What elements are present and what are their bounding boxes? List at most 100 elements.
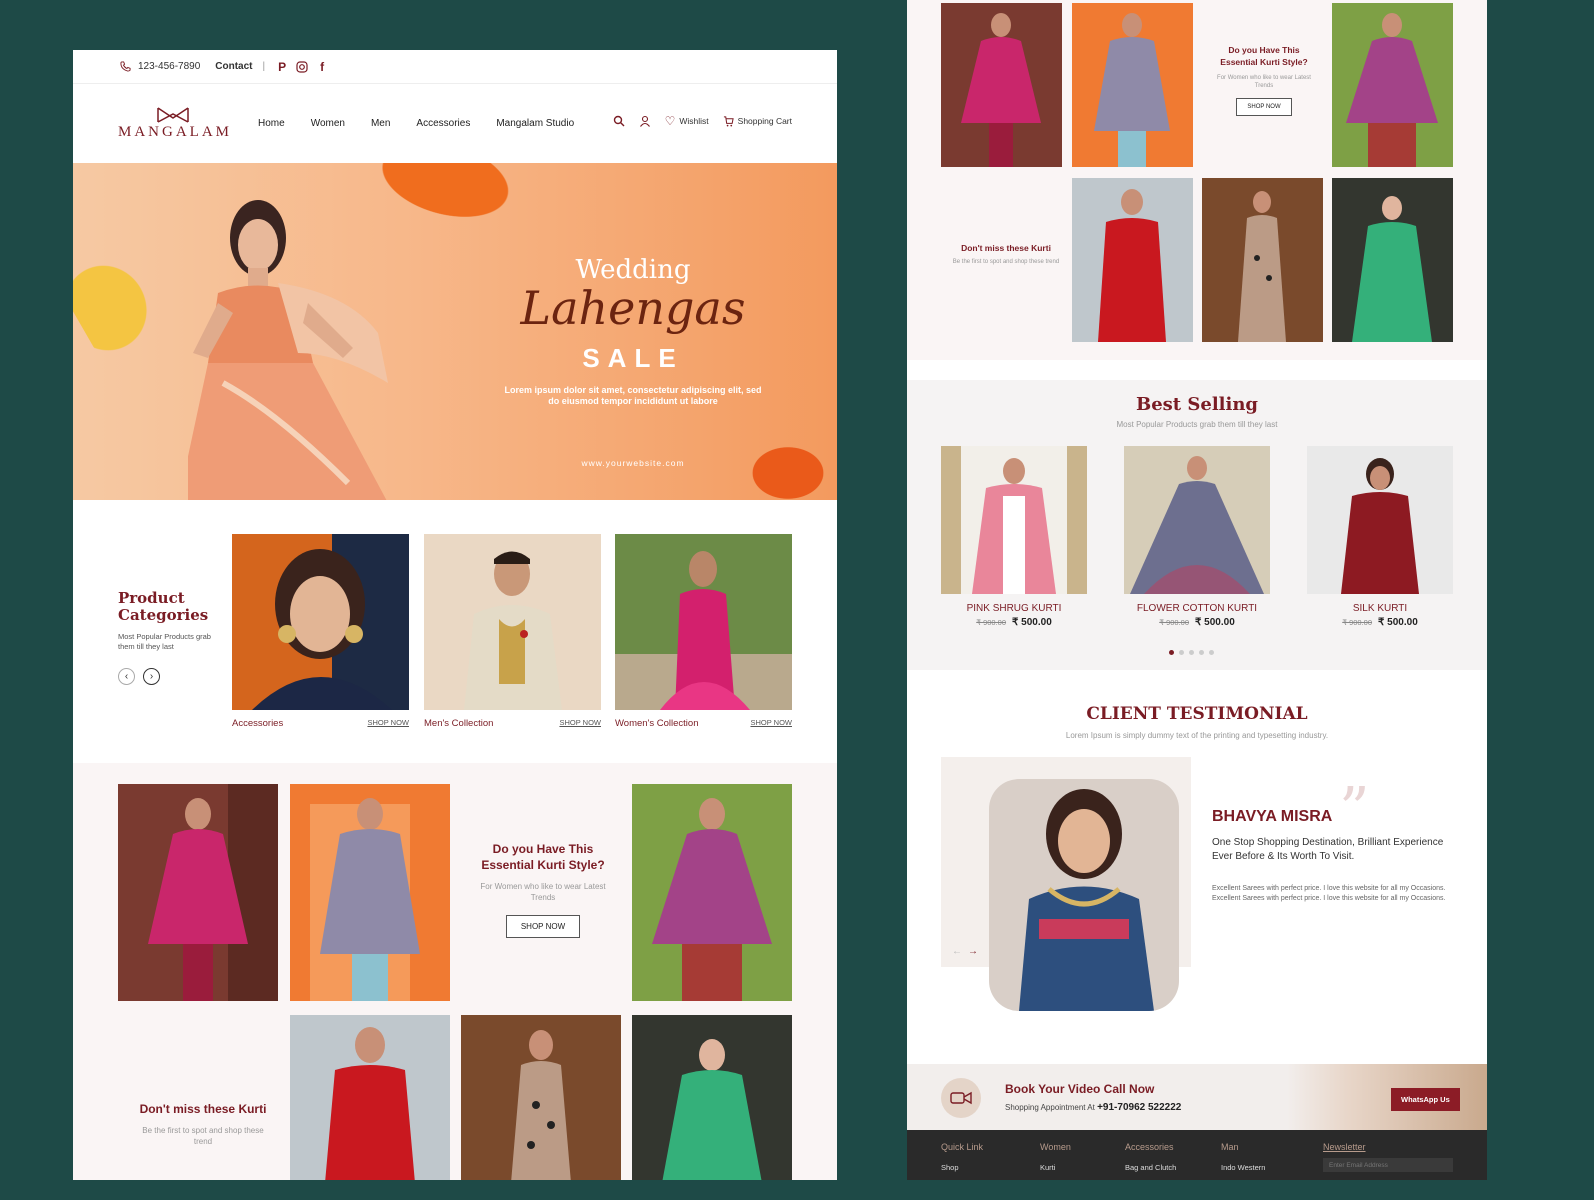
- price: ₹ 500.00: [1378, 617, 1418, 628]
- nav-item-home[interactable]: Home: [258, 118, 285, 129]
- kurti-promo: Do you Have This Essential Kurti Style? …: [473, 841, 613, 938]
- facebook-icon[interactable]: f: [315, 60, 329, 74]
- nav-item-accessories[interactable]: Accessories: [416, 118, 470, 129]
- product-name: SILK KURTI: [1352, 603, 1408, 614]
- arrow-left-icon[interactable]: ←: [952, 946, 968, 957]
- shop-now-button[interactable]: SHOP NOW: [505, 915, 581, 938]
- prev-arrow-icon[interactable]: ‹: [118, 668, 135, 685]
- carousel-dot[interactable]: [1189, 650, 1194, 655]
- appointment-prefix: Shopping Appointment At: [1005, 1103, 1095, 1112]
- arrow-right-icon[interactable]: →: [968, 946, 984, 957]
- kurti-promo-2: Don't miss these Kurti Be the first to s…: [133, 1101, 273, 1147]
- appointment-phone[interactable]: +91-70962 522222: [1097, 1102, 1181, 1113]
- hero-line-sale: SALE: [582, 343, 684, 373]
- phone-number[interactable]: 123-456-7890: [138, 61, 200, 72]
- kurti-image[interactable]: [118, 784, 278, 1001]
- testimonial-title: CLIENT TESTIMONIAL: [1086, 704, 1308, 724]
- category-image-accessories: [232, 534, 409, 710]
- video-call-title: Book Your Video Call Now: [1005, 1082, 1155, 1096]
- footer-heading: Quick Link: [941, 1142, 984, 1152]
- contact-link[interactable]: Contact: [215, 61, 252, 72]
- shop-now-link[interactable]: SHOP NOW: [750, 718, 792, 729]
- logo-mark-icon: [118, 106, 228, 124]
- category-card-women[interactable]: Women's Collection SHOP NOW: [615, 534, 792, 729]
- footer-link[interactable]: Shop: [941, 1163, 983, 1172]
- categories-arrows: ‹ ›: [118, 668, 160, 685]
- hero-line-lahengas: Lahengas: [520, 281, 746, 335]
- cart-link[interactable]: Shopping Cart: [723, 115, 792, 127]
- footer-link[interactable]: Bag and Clutch: [1125, 1163, 1176, 1172]
- wishlist-link[interactable]: ♡ Wishlist: [665, 114, 709, 128]
- kurti-image[interactable]: [632, 784, 792, 1001]
- testimonial-name: BHAVYA MISRA: [1212, 808, 1333, 825]
- category-image-women: [615, 534, 792, 710]
- shop-now-button[interactable]: SHOP NOW: [1236, 98, 1292, 116]
- next-arrow-icon[interactable]: ›: [143, 668, 160, 685]
- product-card[interactable]: PINK SHRUG KURTI ₹ 900.00 ₹ 500.00: [941, 446, 1087, 628]
- testimonial-headline: One Stop Shopping Destination, Brilliant…: [1212, 837, 1444, 862]
- footer-link[interactable]: Indo Western: [1221, 1163, 1265, 1172]
- shop-now-link[interactable]: SHOP NOW: [367, 718, 409, 729]
- kurti-image[interactable]: [1072, 178, 1193, 342]
- kurti-image[interactable]: [632, 1015, 792, 1180]
- product-image: [941, 446, 1087, 594]
- kurti-image[interactable]: [1072, 3, 1193, 167]
- best-selling-section: Best Selling Most Popular Products grab …: [907, 380, 1487, 670]
- testimonial-photo: [989, 779, 1179, 1011]
- nav-item-women[interactable]: Women: [311, 118, 345, 129]
- product-card[interactable]: FLOWER COTTON KURTI ₹ 900.00 ₹ 500.00: [1124, 446, 1270, 628]
- nav-item-studio[interactable]: Mangalam Studio: [496, 118, 574, 129]
- old-price: ₹ 900.00: [1159, 618, 1190, 627]
- kurti-promo-2: Don't miss these Kurti Be the first to s…: [951, 242, 1061, 266]
- best-selling-subtitle: Most Popular Products grab them till the…: [1116, 420, 1278, 429]
- instagram-icon[interactable]: [295, 60, 309, 74]
- product-name: PINK SHRUG KURTI: [966, 603, 1062, 614]
- product-card[interactable]: SILK KURTI ₹ 900.00 ₹ 500.00: [1307, 446, 1453, 628]
- search-icon[interactable]: [613, 115, 625, 127]
- categories-title: Product Categories: [118, 589, 209, 624]
- footer: Quick Link Shop Women Kurti Accessories …: [907, 1130, 1487, 1180]
- kurti-image[interactable]: [290, 1015, 450, 1180]
- promo-subtitle: Be the first to spot and shop these tren…: [952, 259, 1060, 265]
- carousel-dot-active[interactable]: [1169, 650, 1174, 655]
- testimonial-arrows[interactable]: ←→: [952, 946, 984, 957]
- carousel-dot[interactable]: [1199, 650, 1204, 655]
- pinterest-icon[interactable]: P: [275, 60, 289, 74]
- newsletter-email-input[interactable]: [1323, 1158, 1453, 1172]
- homepage-mockup-left: 123-456-7890 Contact | P f MANGALAM Home…: [73, 50, 837, 1180]
- footer-column: Women Kurti: [1040, 1142, 1071, 1172]
- kurti-image[interactable]: [941, 3, 1062, 167]
- product-name: FLOWER COTTON KURTI: [1136, 603, 1258, 614]
- video-call-subtitle: Shopping Appointment At +91-70962 522222: [1005, 1102, 1181, 1113]
- brand-logo[interactable]: MANGALAM: [118, 106, 229, 141]
- old-price: ₹ 900.00: [1342, 618, 1373, 627]
- video-camera-icon[interactable]: [941, 1078, 981, 1118]
- product-categories-section: Product Categories Most Popular Products…: [73, 500, 837, 763]
- category-card-men[interactable]: Men's Collection SHOP NOW: [424, 534, 601, 729]
- hero-banner[interactable]: Wedding Lahengas SALE Lorem ipsum dolor …: [73, 163, 837, 500]
- user-icon[interactable]: [639, 115, 651, 127]
- carousel-dot[interactable]: [1209, 650, 1214, 655]
- carousel-dot[interactable]: [1179, 650, 1184, 655]
- categories-subtitle: Most Popular Products grab them till the…: [118, 632, 211, 651]
- shop-now-link[interactable]: SHOP NOW: [559, 718, 601, 729]
- cart-label: Shopping Cart: [737, 116, 792, 126]
- homepage-mockup-right: Do you Have This Essential Kurti Style? …: [907, 0, 1487, 1180]
- kurti-image[interactable]: [1332, 178, 1453, 342]
- kurti-image[interactable]: [461, 1015, 621, 1180]
- footer-column: Quick Link Shop: [941, 1142, 983, 1172]
- wishlist-label: Wishlist: [679, 116, 709, 126]
- kurti-image[interactable]: [1202, 178, 1323, 342]
- footer-link[interactable]: Kurti: [1040, 1163, 1071, 1172]
- leaf-decoration: [73, 208, 204, 388]
- promo-subtitle: Be the first to spot and shop these tren…: [142, 1126, 264, 1146]
- whatsapp-button[interactable]: WhatsApp Us: [1391, 1088, 1460, 1111]
- product-image: [1307, 446, 1453, 594]
- kurti-image[interactable]: [290, 784, 450, 1001]
- category-card-accessories[interactable]: Accessories SHOP NOW: [232, 534, 409, 729]
- cart-icon: [723, 115, 734, 127]
- promo-title: Don't miss these Kurti: [961, 243, 1051, 253]
- footer-heading: Women: [1040, 1142, 1071, 1152]
- nav-item-men[interactable]: Men: [371, 118, 390, 129]
- kurti-image[interactable]: [1332, 3, 1453, 167]
